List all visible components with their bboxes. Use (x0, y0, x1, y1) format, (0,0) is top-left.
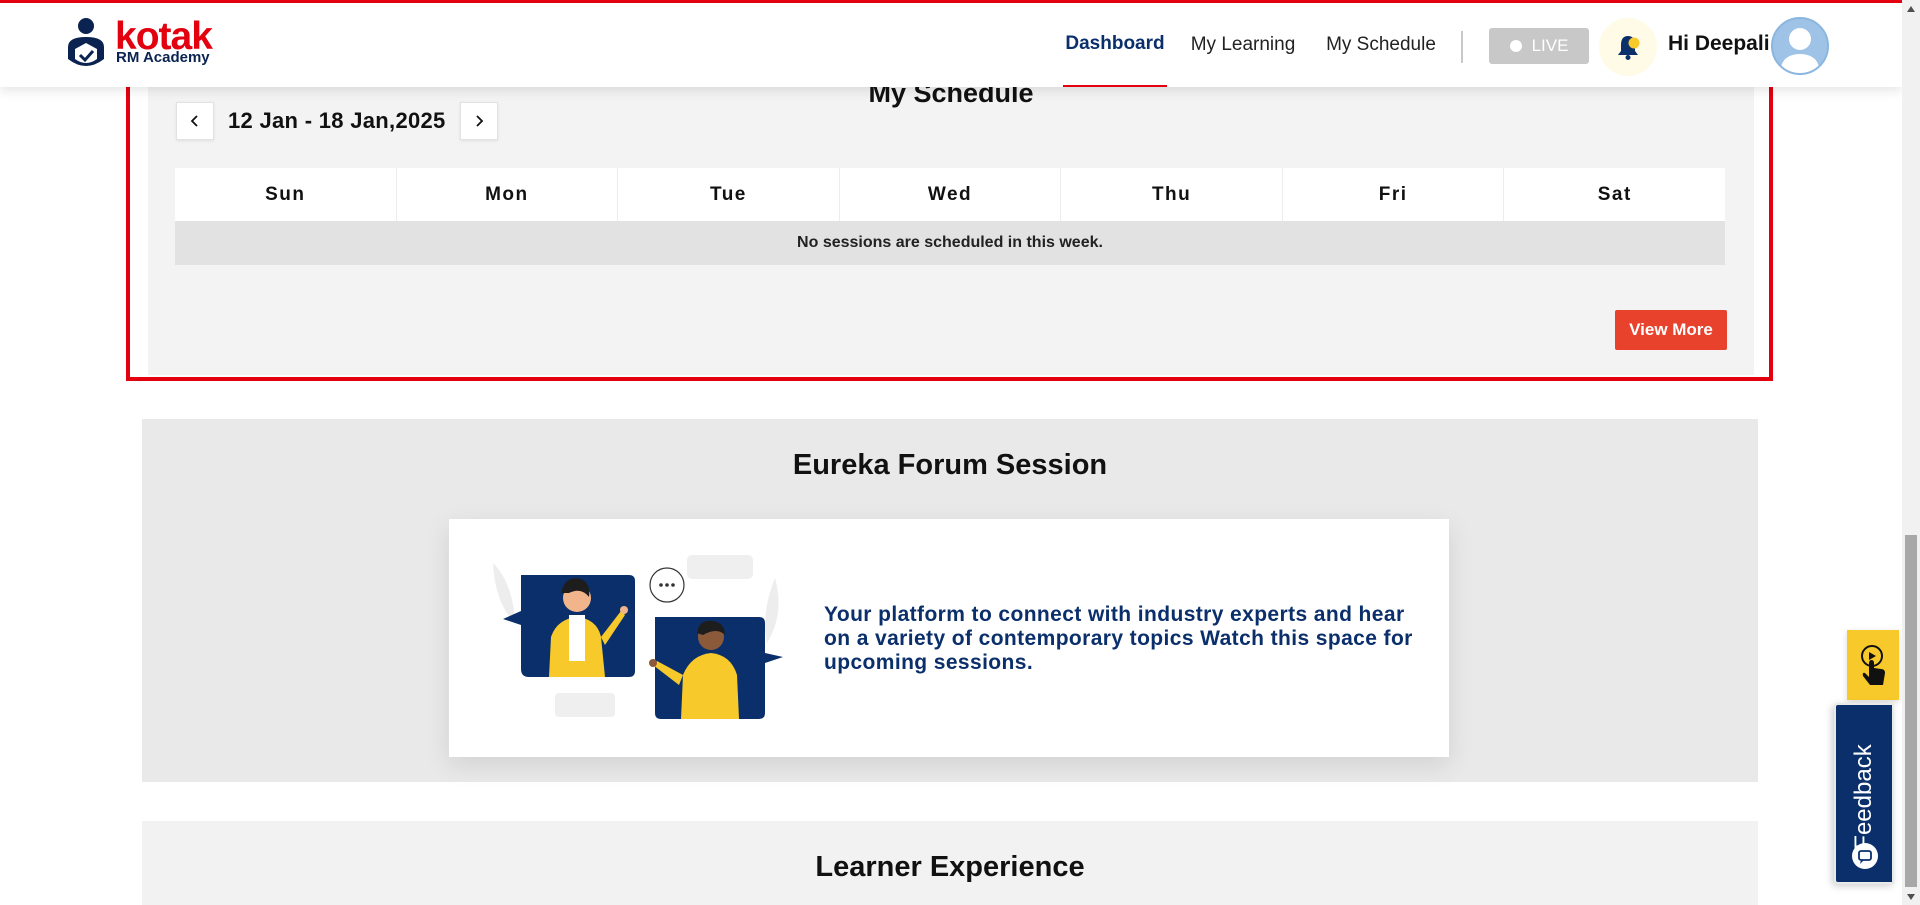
notification-button[interactable] (1599, 18, 1657, 76)
nav-dashboard[interactable]: Dashboard (1063, 3, 1167, 87)
pointer-hand-icon (1861, 645, 1885, 685)
eureka-description: Your platform to connect with industry e… (824, 603, 1413, 674)
help-tour-button[interactable] (1847, 630, 1899, 700)
scroll-down-arrow[interactable] (1902, 888, 1920, 905)
page-scrollbar[interactable] (1902, 0, 1920, 905)
live-label: LIVE (1531, 36, 1569, 55)
live-button[interactable]: LIVE (1489, 28, 1589, 64)
learner-experience-section: Learner Experience (142, 821, 1758, 905)
eureka-card: Your platform to connect with industry e… (449, 519, 1449, 757)
nav-my-learning[interactable]: My Learning (1186, 3, 1300, 87)
bell-icon (1618, 36, 1640, 60)
triangle-up-icon (1907, 5, 1915, 12)
nav-my-schedule[interactable]: My Schedule (1322, 3, 1440, 87)
eureka-title: Eureka Forum Session (792, 449, 1108, 481)
schedule-highlight-outline (126, 78, 1773, 381)
experts-conversation-illustration (493, 555, 783, 719)
feedback-button[interactable]: Feedback (1834, 703, 1894, 884)
logo-subtitle: RM Academy (116, 49, 210, 66)
triangle-down-icon (1907, 893, 1915, 900)
learner-experience-title: Learner Experience (815, 851, 1085, 883)
page-viewport: My Schedule 12 Jan - 18 Jan,2025 Sun Mon… (0, 0, 1902, 905)
scroll-up-arrow[interactable] (1902, 0, 1920, 17)
logo-mark-icon (68, 18, 104, 66)
user-avatar-icon (1780, 28, 1820, 73)
eureka-forum-section: Eureka Forum Session Your platform to co… (142, 419, 1758, 782)
top-header: kotak RM Academy Dashboard My Learning M… (0, 0, 1902, 87)
avatar[interactable] (1771, 17, 1829, 75)
live-dot-icon (1509, 40, 1522, 52)
scrollbar-thumb[interactable] (1905, 535, 1917, 887)
user-greeting: Hi Deepali (1668, 32, 1770, 55)
chat-bubble-icon (1852, 843, 1878, 869)
kotak-logo[interactable]: kotak RM Academy (62, 15, 232, 77)
nav-divider (1461, 31, 1463, 63)
feedback-label: Feedback (1850, 744, 1877, 850)
